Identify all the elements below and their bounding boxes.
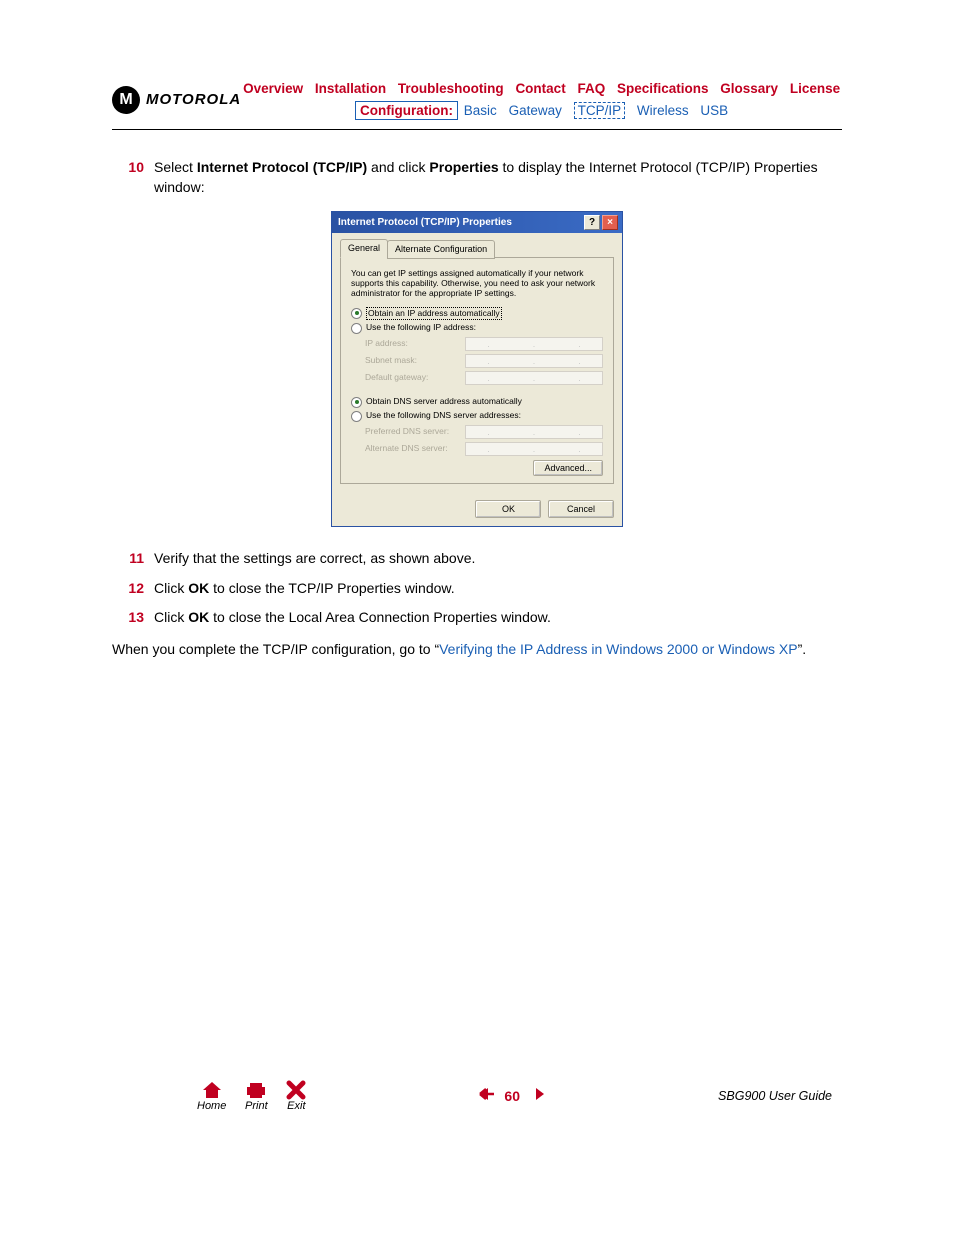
radio-icon xyxy=(351,308,362,319)
step-number: 11 xyxy=(112,549,154,569)
ip-address-input: ... xyxy=(465,337,603,351)
field-ip-address: IP address: ... xyxy=(365,337,603,351)
closing-paragraph: When you complete the TCP/IP configurati… xyxy=(112,640,842,660)
nav-specifications[interactable]: Specifications xyxy=(617,81,709,96)
nav-basic[interactable]: Basic xyxy=(464,103,497,118)
subnet-mask-input: ... xyxy=(465,354,603,368)
step-13: 13 Click OK to close the Local Area Conn… xyxy=(112,608,842,628)
step-text: Verify that the settings are correct, as… xyxy=(154,549,842,569)
step-text: Click OK to close the TCP/IP Properties … xyxy=(154,579,842,599)
field-preferred-dns: Preferred DNS server: ... xyxy=(365,425,603,439)
help-icon[interactable]: ? xyxy=(584,215,600,230)
arrow-right-icon xyxy=(528,1087,546,1101)
dialog-title: Internet Protocol (TCP/IP) Properties xyxy=(338,216,512,230)
radio-use-following-dns[interactable]: Use the following DNS server addresses: xyxy=(351,410,603,422)
radio-obtain-dns-auto[interactable]: Obtain DNS server address automatically xyxy=(351,396,603,408)
page-header: M MOTOROLA Overview Installation Trouble… xyxy=(112,78,842,130)
guide-title: SBG900 User Guide xyxy=(718,1089,842,1103)
step-10: 10 Select Internet Protocol (TCP/IP) and… xyxy=(112,158,842,197)
tab-panel-general: You can get IP settings assigned automat… xyxy=(340,257,614,484)
next-page-button[interactable] xyxy=(528,1087,546,1104)
dialog-titlebar: Internet Protocol (TCP/IP) Properties ? … xyxy=(332,212,622,233)
step-number: 10 xyxy=(112,158,154,197)
tcpip-properties-dialog: Internet Protocol (TCP/IP) Properties ? … xyxy=(331,211,623,527)
step-number: 12 xyxy=(112,579,154,599)
tab-general[interactable]: General xyxy=(340,239,388,258)
print-icon xyxy=(244,1080,268,1100)
page-footer: Home Print Exit 60 SBG900 User Guide xyxy=(112,1080,842,1112)
arrow-left-icon xyxy=(478,1087,496,1101)
step-number: 13 xyxy=(112,608,154,628)
step-11: 11 Verify that the settings are correct,… xyxy=(112,549,842,569)
nav-usb[interactable]: USB xyxy=(700,103,728,118)
print-button[interactable]: Print xyxy=(244,1080,268,1112)
default-gateway-input: ... xyxy=(465,371,603,385)
config-label: Configuration: xyxy=(355,101,458,120)
motorola-icon: M xyxy=(112,86,140,114)
nav-overview[interactable]: Overview xyxy=(243,81,303,96)
field-default-gateway: Default gateway: ... xyxy=(365,371,603,385)
step-text: Select Internet Protocol (TCP/IP) and cl… xyxy=(154,158,842,197)
nav-installation[interactable]: Installation xyxy=(315,81,386,96)
page-body: 10 Select Internet Protocol (TCP/IP) and… xyxy=(112,158,842,659)
nav-wireless[interactable]: Wireless xyxy=(637,103,689,118)
field-subnet-mask: Subnet mask: ... xyxy=(365,354,603,368)
exit-button[interactable]: Exit xyxy=(286,1080,306,1112)
nav-tcpip[interactable]: TCP/IP xyxy=(574,102,626,119)
nav-license[interactable]: License xyxy=(790,81,840,96)
nav-gateway[interactable]: Gateway xyxy=(509,103,562,118)
step-text: Click OK to close the Local Area Connect… xyxy=(154,608,842,628)
step-12: 12 Click OK to close the TCP/IP Properti… xyxy=(112,579,842,599)
nav-troubleshooting[interactable]: Troubleshooting xyxy=(398,81,504,96)
preferred-dns-input: ... xyxy=(465,425,603,439)
brand-logo: M MOTOROLA xyxy=(112,86,241,114)
nav-contact[interactable]: Contact xyxy=(515,81,565,96)
nav-faq[interactable]: FAQ xyxy=(577,81,605,96)
exit-icon xyxy=(286,1080,306,1100)
header-nav: Overview Installation Troubleshooting Co… xyxy=(241,78,842,121)
cancel-button[interactable]: Cancel xyxy=(548,500,614,519)
radio-obtain-ip-auto[interactable]: Obtain an IP address automatically xyxy=(351,307,603,321)
radio-use-following-ip[interactable]: Use the following IP address: xyxy=(351,322,603,334)
page-number: 60 xyxy=(504,1088,520,1104)
dialog-description: You can get IP settings assigned automat… xyxy=(351,268,603,299)
ok-button[interactable]: OK xyxy=(475,500,541,519)
radio-icon xyxy=(351,323,362,334)
field-alternate-dns: Alternate DNS server: ... xyxy=(365,442,603,456)
advanced-button[interactable]: Advanced... xyxy=(533,460,603,476)
radio-icon xyxy=(351,411,362,422)
tab-alternate[interactable]: Alternate Configuration xyxy=(387,240,495,259)
close-icon[interactable]: × xyxy=(602,215,618,230)
link-verifying-ip[interactable]: Verifying the IP Address in Windows 2000… xyxy=(439,641,797,657)
prev-page-button[interactable] xyxy=(478,1087,496,1104)
alternate-dns-input: ... xyxy=(465,442,603,456)
home-button[interactable]: Home xyxy=(197,1080,226,1112)
brand-text: MOTOROLA xyxy=(146,91,241,108)
home-icon xyxy=(201,1080,223,1100)
radio-icon xyxy=(351,397,362,408)
nav-glossary[interactable]: Glossary xyxy=(720,81,778,96)
